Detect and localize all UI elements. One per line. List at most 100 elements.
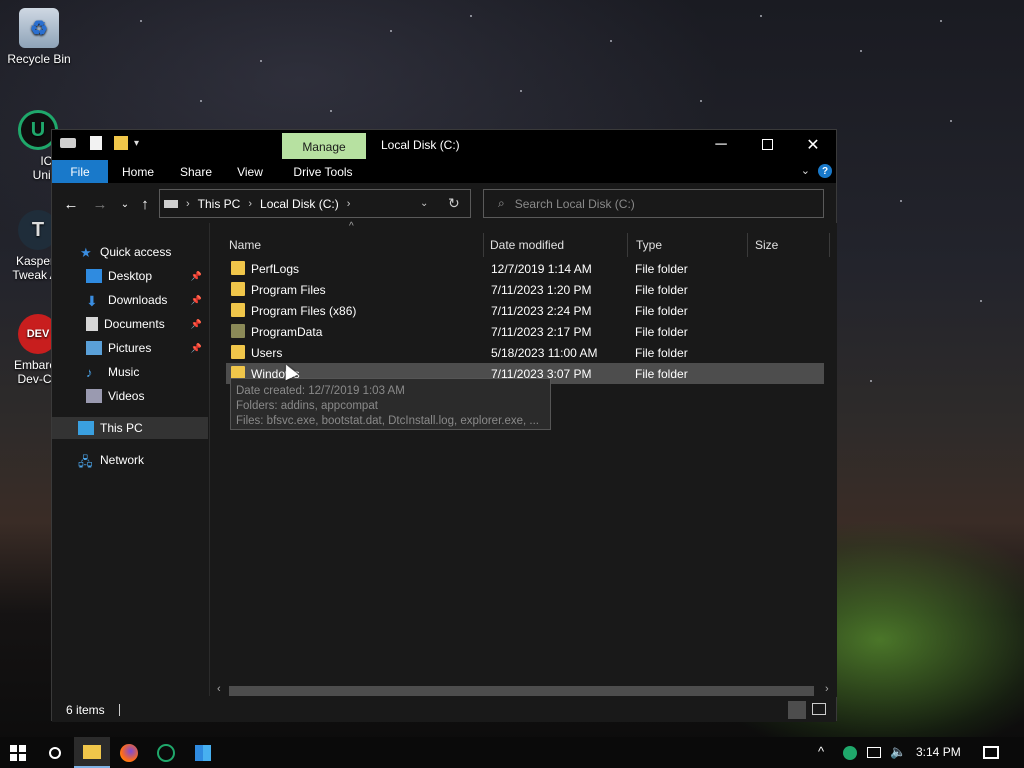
- breadcrumb-separator-icon: ›: [346, 197, 351, 210]
- taskbar-app[interactable]: [185, 737, 221, 768]
- taskbar-firefox[interactable]: [111, 737, 147, 768]
- file-date: 7/11/2023 2:17 PM: [491, 325, 592, 339]
- taskbar-iobit[interactable]: [148, 737, 184, 768]
- taskbar-file-explorer[interactable]: [74, 737, 110, 768]
- tab-file[interactable]: File: [52, 160, 108, 183]
- table-row[interactable]: PerfLogs 12/7/2019 1:14 AM File folder: [226, 258, 824, 279]
- volume-muted-icon[interactable]: 🔈: [890, 744, 906, 760]
- network-tray-icon[interactable]: [867, 747, 881, 758]
- sidebar-item-label: This PC: [100, 421, 143, 435]
- sidebar-item-network[interactable]: 🖧 Network: [52, 449, 208, 471]
- windows-logo-icon: [10, 744, 26, 761]
- file-name: Program Files (x86): [251, 304, 357, 318]
- file-date: 7/11/2023 2:24 PM: [491, 304, 592, 318]
- sidebar-item-music[interactable]: ♪ Music: [52, 361, 208, 383]
- table-row[interactable]: Program Files (x86) 7/11/2023 2:24 PM Fi…: [226, 300, 824, 321]
- tab-drive-tools[interactable]: Drive Tools: [286, 161, 360, 183]
- search-input[interactable]: ⌕ Search Local Disk (C:): [483, 189, 824, 218]
- column-header-type[interactable]: Type: [628, 233, 748, 257]
- details-view-icon[interactable]: [788, 701, 806, 719]
- drive-icon[interactable]: [60, 138, 76, 148]
- start-button[interactable]: [0, 737, 36, 768]
- kaspersky-tray-icon[interactable]: [843, 746, 857, 760]
- folder-info-tooltip: Date created: 12/7/2019 1:03 AM Folders:…: [230, 378, 551, 430]
- recent-locations-icon[interactable]: ⌄: [116, 195, 134, 213]
- refresh-icon[interactable]: ↻: [448, 195, 460, 212]
- table-row[interactable]: ProgramData 7/11/2023 2:17 PM File folde…: [226, 321, 824, 342]
- pin-icon: 📌: [190, 294, 202, 305]
- item-count: 6 items: [66, 702, 105, 717]
- sidebar-item-pictures[interactable]: Pictures 📌: [52, 337, 208, 359]
- sidebar-item-desktop[interactable]: Desktop 📌: [52, 265, 208, 287]
- breadcrumb-local-disk[interactable]: Local Disk (C:): [260, 197, 339, 211]
- status-bar: 6 items: [52, 697, 836, 722]
- file-name: Users: [251, 346, 283, 360]
- scroll-right-icon[interactable]: ›: [825, 683, 829, 695]
- sidebar-item-documents[interactable]: Documents 📌: [52, 313, 208, 335]
- firefox-icon: [120, 743, 138, 762]
- address-dropdown-icon[interactable]: ⌄: [420, 198, 428, 209]
- address-bar[interactable]: › This PC › Local Disk (C:) › ⌄ ↻: [159, 189, 471, 218]
- video-icon: [86, 389, 102, 403]
- tab-view[interactable]: View: [228, 161, 272, 183]
- table-row[interactable]: Users 5/18/2023 11:00 AM File folder: [226, 342, 824, 363]
- sidebar-item-label: Downloads: [108, 293, 168, 307]
- chevron-down-icon[interactable]: ▾: [134, 138, 139, 149]
- tab-home[interactable]: Home: [114, 161, 162, 183]
- sidebar-item-quick-access[interactable]: ★ Quick access: [52, 241, 208, 263]
- maximize-icon: [761, 139, 773, 150]
- sidebar-item-label: Quick access: [100, 245, 172, 259]
- up-arrow-icon[interactable]: ↑: [136, 195, 154, 213]
- picture-icon: [86, 341, 102, 355]
- folder-icon: [231, 261, 245, 275]
- desktop-icon-recycle-bin[interactable]: ♻ Recycle Bin: [1, 8, 77, 66]
- tab-manage[interactable]: Manage: [282, 133, 366, 160]
- sidebar-item-downloads[interactable]: ⬇ Downloads 📌: [52, 289, 208, 311]
- new-folder-icon[interactable]: [114, 136, 128, 150]
- properties-icon[interactable]: [90, 136, 102, 150]
- clock[interactable]: 3:14 PM: [916, 745, 961, 759]
- file-type: File folder: [635, 304, 688, 318]
- column-header-size[interactable]: Size: [748, 233, 830, 257]
- table-row[interactable]: Program Files 7/11/2023 1:20 PM File fol…: [226, 279, 824, 300]
- horizontal-scrollbar[interactable]: ‹ ›: [211, 683, 837, 697]
- star-icon: ★: [80, 245, 92, 260]
- large-icons-view-icon[interactable]: [812, 703, 826, 715]
- sidebar-item-this-pc[interactable]: This PC: [52, 417, 208, 439]
- tab-share[interactable]: Share: [172, 161, 220, 183]
- file-type: File folder: [635, 283, 688, 297]
- status-separator: [118, 703, 120, 716]
- sidebar-item-videos[interactable]: Videos: [52, 385, 208, 407]
- column-header-name[interactable]: Name: [212, 233, 484, 257]
- minimize-button[interactable]: ─: [698, 130, 744, 159]
- show-hidden-icons-chevron-icon[interactable]: ^: [818, 744, 824, 759]
- file-name: ProgramData: [251, 325, 323, 339]
- expand-ribbon-icon[interactable]: ⌄: [801, 164, 810, 177]
- help-icon[interactable]: ?: [818, 164, 832, 178]
- breadcrumb-this-pc[interactable]: This PC: [198, 197, 241, 211]
- scrollbar-thumb[interactable]: [229, 686, 814, 696]
- breadcrumb-separator-icon: ›: [248, 197, 253, 210]
- quick-access-toolbar: ▾: [60, 136, 139, 150]
- folder-icon: [231, 303, 245, 317]
- pin-icon: 📌: [190, 270, 202, 281]
- recycle-bin-label: Recycle Bin: [7, 52, 71, 66]
- back-arrow-icon[interactable]: ←: [62, 195, 80, 213]
- scroll-left-icon[interactable]: ‹: [217, 683, 221, 695]
- close-button[interactable]: ✕: [790, 130, 836, 159]
- search-button[interactable]: [37, 737, 73, 768]
- maximize-button[interactable]: [744, 130, 790, 159]
- desktop-icon: [86, 269, 102, 283]
- notifications-icon[interactable]: [983, 746, 999, 759]
- column-header-date-modified[interactable]: Date modified: [484, 233, 628, 257]
- folder-icon: [231, 282, 245, 296]
- tooltip-folders: Folders: addins, appcompat: [236, 400, 378, 412]
- pin-icon: 📌: [190, 342, 202, 353]
- file-date: 7/11/2023 1:20 PM: [491, 283, 592, 297]
- forward-arrow-icon[interactable]: →: [91, 195, 109, 213]
- sidebar-item-label: Music: [108, 365, 140, 379]
- file-date: 12/7/2019 1:14 AM: [491, 262, 592, 276]
- recycle-bin-icon: ♻: [19, 8, 59, 48]
- file-explorer-icon: [83, 744, 101, 759]
- download-icon: ⬇: [86, 293, 98, 309]
